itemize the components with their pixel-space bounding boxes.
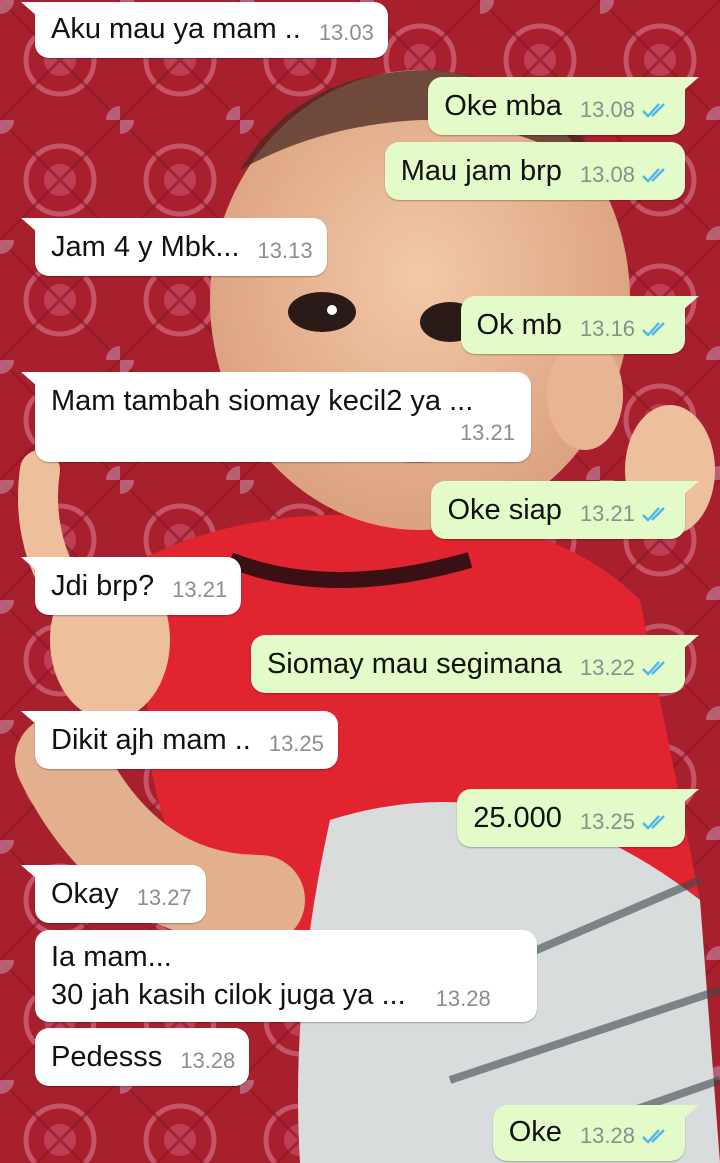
message-text: Okay [51,878,119,910]
message-bubble-incoming[interactable]: Mam tambah siomay kecil2 ya ... 13.21 [21,372,531,462]
message-text: Siomay mau segimana [266,648,562,680]
message-bubble-outgoing[interactable]: Oke siap 13.21 [431,481,699,539]
message-text-line-2: 30 jah kasih cilok juga ya ... [51,979,406,1011]
double-check-icon [641,813,671,831]
double-check-icon [641,101,671,119]
message-time: 13.21 [459,420,515,445]
message-time: 13.16 [579,316,635,341]
message-list: Aku mau ya mam .. 13.03 Oke mba 13.08 Ma… [0,0,720,1163]
message-time: 13.27 [136,885,192,910]
message-bubble-incoming[interactable]: Dikit ajh mam .. 13.25 [21,711,338,769]
message-time: 13.21 [172,577,228,602]
message-bubble-outgoing[interactable]: Oke mba 13.08 [428,77,699,135]
double-check-icon [641,659,671,677]
message-text: Oke siap [447,494,562,526]
message-text: Dikit ajh mam .. [51,724,251,756]
message-text: Pedesss [51,1041,163,1073]
double-check-icon [641,166,671,184]
message-time: 13.28 [180,1048,236,1073]
message-time: 13.08 [579,162,635,187]
message-time: 13.28 [579,1123,635,1148]
message-time: 13.13 [257,238,313,263]
message-time: 13.25 [268,731,324,756]
message-bubble-outgoing[interactable]: Siomay mau segimana 13.22 [250,635,699,693]
message-time: 13.03 [318,20,374,45]
message-time: 13.28 [435,986,491,1011]
message-text: Aku mau ya mam .. [51,13,301,45]
message-bubble-incoming[interactable]: Jam 4 y Mbk... 13.13 [21,218,327,276]
message-bubble-outgoing[interactable]: 25.000 13.25 [457,789,699,847]
message-text: Jdi brp? [51,570,155,602]
message-text: Mau jam brp [400,155,562,187]
message-bubble-outgoing[interactable]: Oke 13.28 [492,1105,699,1161]
message-text: Oke mba [444,90,562,122]
double-check-icon [641,1127,671,1145]
message-bubble-incoming[interactable]: Okay 13.27 [21,865,206,923]
message-time: 13.25 [579,809,635,834]
message-text: Mam tambah siomay kecil2 ya ... [51,385,474,417]
message-bubble-incoming[interactable]: Pedesss 13.28 [35,1028,250,1086]
message-text-line-1: Ia mam... [51,941,172,973]
double-check-icon [641,320,671,338]
message-bubble-incoming[interactable]: Aku mau ya mam .. 13.03 [21,2,388,58]
message-time: 13.21 [579,501,635,526]
message-time: 13.08 [579,97,635,122]
message-bubble-incoming[interactable]: Ia mam... 30 jah kasih cilok juga ya ...… [35,930,537,1022]
message-text: 25.000 [473,802,562,834]
message-text: Oke [508,1116,562,1148]
message-text: Jam 4 y Mbk... [51,231,240,263]
double-check-icon [641,505,671,523]
message-time: 13.22 [579,655,635,680]
message-text: Ok mb [476,309,562,341]
message-bubble-outgoing[interactable]: Mau jam brp 13.08 [384,142,685,200]
message-bubble-incoming[interactable]: Jdi brp? 13.21 [21,557,242,615]
message-bubble-outgoing[interactable]: Ok mb 13.16 [460,296,699,354]
